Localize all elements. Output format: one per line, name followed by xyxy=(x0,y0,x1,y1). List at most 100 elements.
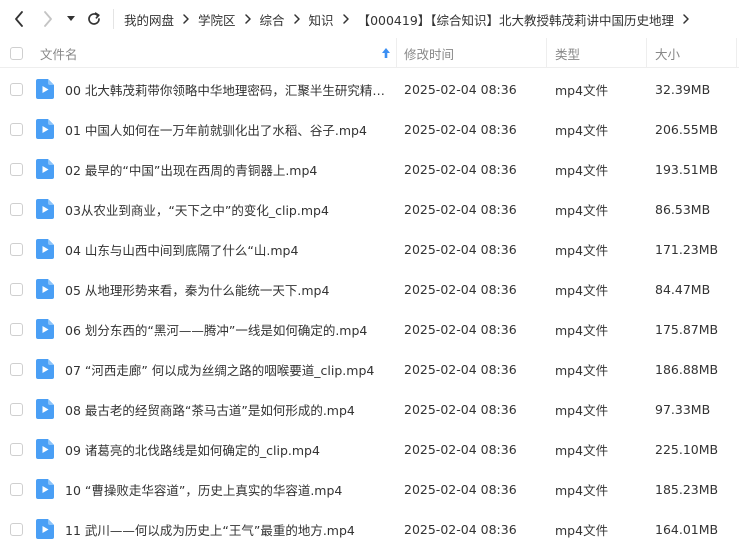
file-modified-time: 2025-02-04 08:36 xyxy=(404,201,517,217)
column-header-size[interactable]: 大小 xyxy=(655,38,680,68)
select-all-checkbox[interactable] xyxy=(10,38,23,68)
row-checkbox[interactable] xyxy=(10,509,23,549)
file-type: mp4文件 xyxy=(555,82,609,98)
checkbox-box[interactable] xyxy=(10,242,23,256)
row-checkbox[interactable] xyxy=(10,469,23,509)
row-checkbox[interactable] xyxy=(10,349,23,389)
breadcrumb-item-my-drive[interactable]: 我的网盘 xyxy=(124,10,174,29)
file-row[interactable]: 05 从地理形势来看，秦为什么能统一天下.mp4 2025-02-04 08:3… xyxy=(0,269,739,309)
file-name[interactable]: 05 从地理形势来看，秦为什么能统一天下.mp4 xyxy=(65,269,387,309)
file-row[interactable]: 03从农业到商业，“天下之中”的变化_clip.mp4 2025-02-04 0… xyxy=(0,189,739,229)
row-checkbox[interactable] xyxy=(10,109,23,149)
file-name-text: 04 山东与山西中间到底隔了什么“山.mp4 xyxy=(65,242,299,258)
file-name[interactable]: 11 武川——何以成为历史上“王气”最重的地方.mp4 xyxy=(65,509,387,549)
file-row[interactable]: 06 划分东西的“黑河——腾冲”一线是如何确定的.mp4 2025-02-04 … xyxy=(0,309,739,349)
row-checkbox[interactable] xyxy=(10,69,23,109)
checkbox-box[interactable] xyxy=(10,482,23,496)
file-name[interactable]: 02 最早的“中国”出现在西周的青铜器上.mp4 xyxy=(65,149,387,189)
file-row[interactable]: 09 诸葛亮的北伐路线是如何确定的_clip.mp4 2025-02-04 08… xyxy=(0,429,739,469)
file-name-text: 02 最早的“中国”出现在西周的青铜器上.mp4 xyxy=(65,162,318,178)
checkbox-box[interactable] xyxy=(10,522,23,536)
checkbox-box[interactable] xyxy=(10,46,23,60)
dropdown-caret-icon[interactable] xyxy=(64,9,78,29)
file-name[interactable]: 01 中国人如何在一万年前就驯化出了水稻、谷子.mp4 xyxy=(65,109,387,149)
file-row[interactable]: 10 “曹操败走华容道”，历史上真实的华容道.mp4 2025-02-04 08… xyxy=(0,469,739,509)
file-name-text: 08 最古老的经贸商路“茶马古道”是如何形成的.mp4 xyxy=(65,402,355,418)
file-row[interactable]: 11 武川——何以成为历史上“王气”最重的地方.mp4 2025-02-04 0… xyxy=(0,509,739,549)
file-type: mp4文件 xyxy=(555,162,609,178)
chevron-right-icon xyxy=(342,14,349,24)
breadcrumb-item-general[interactable]: 综合 xyxy=(260,10,285,29)
file-size: 175.87MB xyxy=(655,321,719,337)
file-type: mp4文件 xyxy=(555,282,609,298)
file-name-text: 03从农业到商业，“天下之中”的变化_clip.mp4 xyxy=(65,202,329,218)
video-file-icon xyxy=(36,349,54,389)
file-row[interactable]: 04 山东与山西中间到底隔了什么“山.mp4 2025-02-04 08:36 … xyxy=(0,229,739,269)
chevron-right-icon[interactable] xyxy=(683,14,689,24)
file-type: mp4文件 xyxy=(555,482,609,498)
column-header-type[interactable]: 类型 xyxy=(555,38,580,68)
checkbox-box[interactable] xyxy=(10,162,23,176)
video-file-icon xyxy=(36,389,54,429)
file-row[interactable]: 07 “河西走廊” 何以成为丝绸之路的咽喉要道_clip.mp4 2025-02… xyxy=(0,349,739,389)
breadcrumb-item-current-folder[interactable]: 【000419】【综合知识】北大教授韩茂莉讲中国历史地理 xyxy=(358,10,674,29)
file-modified-time: 2025-02-04 08:36 xyxy=(404,361,517,377)
file-size: 225.10MB xyxy=(655,441,719,457)
video-file-icon xyxy=(36,429,54,469)
file-name-text: 07 “河西走廊” 何以成为丝绸之路的咽喉要道_clip.mp4 xyxy=(65,362,375,378)
file-name[interactable]: 04 山东与山西中间到底隔了什么“山.mp4 xyxy=(65,229,387,269)
file-name-text: 10 “曹操败走华容道”，历史上真实的华容道.mp4 xyxy=(65,482,343,498)
file-row[interactable]: 08 最古老的经贸商路“茶马古道”是如何形成的.mp4 2025-02-04 0… xyxy=(0,389,739,429)
column-divider[interactable] xyxy=(646,38,647,68)
file-type: mp4文件 xyxy=(555,322,609,338)
file-list: 00 北大韩茂莉带你领略中华地理密码，汇聚半生研究精华.mp4 2025-02-… xyxy=(0,69,739,549)
file-size: 164.01MB xyxy=(655,521,719,537)
sort-ascending-icon[interactable] xyxy=(381,47,391,59)
checkbox-box[interactable] xyxy=(10,362,23,376)
file-row[interactable]: 01 中国人如何在一万年前就驯化出了水稻、谷子.mp4 2025-02-04 0… xyxy=(0,109,739,149)
back-arrow-icon[interactable] xyxy=(9,9,29,29)
row-checkbox[interactable] xyxy=(10,389,23,429)
breadcrumb-item-knowledge[interactable]: 知识 xyxy=(309,10,334,29)
row-checkbox[interactable] xyxy=(10,309,23,349)
file-name[interactable]: 09 诸葛亮的北伐路线是如何确定的_clip.mp4 xyxy=(65,429,387,469)
checkbox-box[interactable] xyxy=(10,82,23,96)
file-row[interactable]: 00 北大韩茂莉带你领略中华地理密码，汇聚半生研究精华.mp4 2025-02-… xyxy=(0,69,739,109)
file-name[interactable]: 08 最古老的经贸商路“茶马古道”是如何形成的.mp4 xyxy=(65,389,387,429)
video-file-icon xyxy=(36,469,54,509)
row-checkbox[interactable] xyxy=(10,229,23,269)
row-checkbox[interactable] xyxy=(10,269,23,309)
file-browser: 我的网盘 学院区 综合 知识 【000419】【综合知识】北大教授韩茂莉讲中国历… xyxy=(0,0,739,556)
forward-arrow-icon[interactable] xyxy=(38,9,58,29)
column-divider[interactable] xyxy=(396,38,397,68)
file-type: mp4文件 xyxy=(555,202,609,218)
refresh-icon[interactable] xyxy=(85,9,103,29)
column-header-modified-time[interactable]: 修改时间 xyxy=(404,38,454,68)
breadcrumb-item-academy[interactable]: 学院区 xyxy=(198,10,236,29)
checkbox-box[interactable] xyxy=(10,442,23,456)
file-name[interactable]: 00 北大韩茂莉带你领略中华地理密码，汇聚半生研究精华.mp4 xyxy=(65,69,387,109)
checkbox-box[interactable] xyxy=(10,402,23,416)
file-name[interactable]: 10 “曹操败走华容道”，历史上真实的华容道.mp4 xyxy=(65,469,387,509)
file-name-text: 06 划分东西的“黑河——腾冲”一线是如何确定的.mp4 xyxy=(65,322,368,338)
checkbox-box[interactable] xyxy=(10,282,23,296)
file-name[interactable]: 07 “河西走廊” 何以成为丝绸之路的咽喉要道_clip.mp4 xyxy=(65,349,387,389)
file-modified-time: 2025-02-04 08:36 xyxy=(404,441,517,457)
file-modified-time: 2025-02-04 08:36 xyxy=(404,521,517,537)
file-name[interactable]: 03从农业到商业，“天下之中”的变化_clip.mp4 xyxy=(65,189,387,229)
checkbox-box[interactable] xyxy=(10,202,23,216)
row-checkbox[interactable] xyxy=(10,429,23,469)
column-header-name[interactable]: 文件名 xyxy=(40,38,78,68)
chevron-right-icon xyxy=(244,14,251,24)
file-modified-time: 2025-02-04 08:36 xyxy=(404,481,517,497)
row-checkbox[interactable] xyxy=(10,189,23,229)
checkbox-box[interactable] xyxy=(10,322,23,336)
file-row[interactable]: 02 最早的“中国”出现在西周的青铜器上.mp4 2025-02-04 08:3… xyxy=(0,149,739,189)
column-divider[interactable] xyxy=(736,38,737,68)
file-size: 171.23MB xyxy=(655,241,719,257)
column-divider[interactable] xyxy=(546,38,547,68)
checkbox-box[interactable] xyxy=(10,122,23,136)
video-file-icon xyxy=(36,149,54,189)
file-name[interactable]: 06 划分东西的“黑河——腾冲”一线是如何确定的.mp4 xyxy=(65,309,387,349)
row-checkbox[interactable] xyxy=(10,149,23,189)
